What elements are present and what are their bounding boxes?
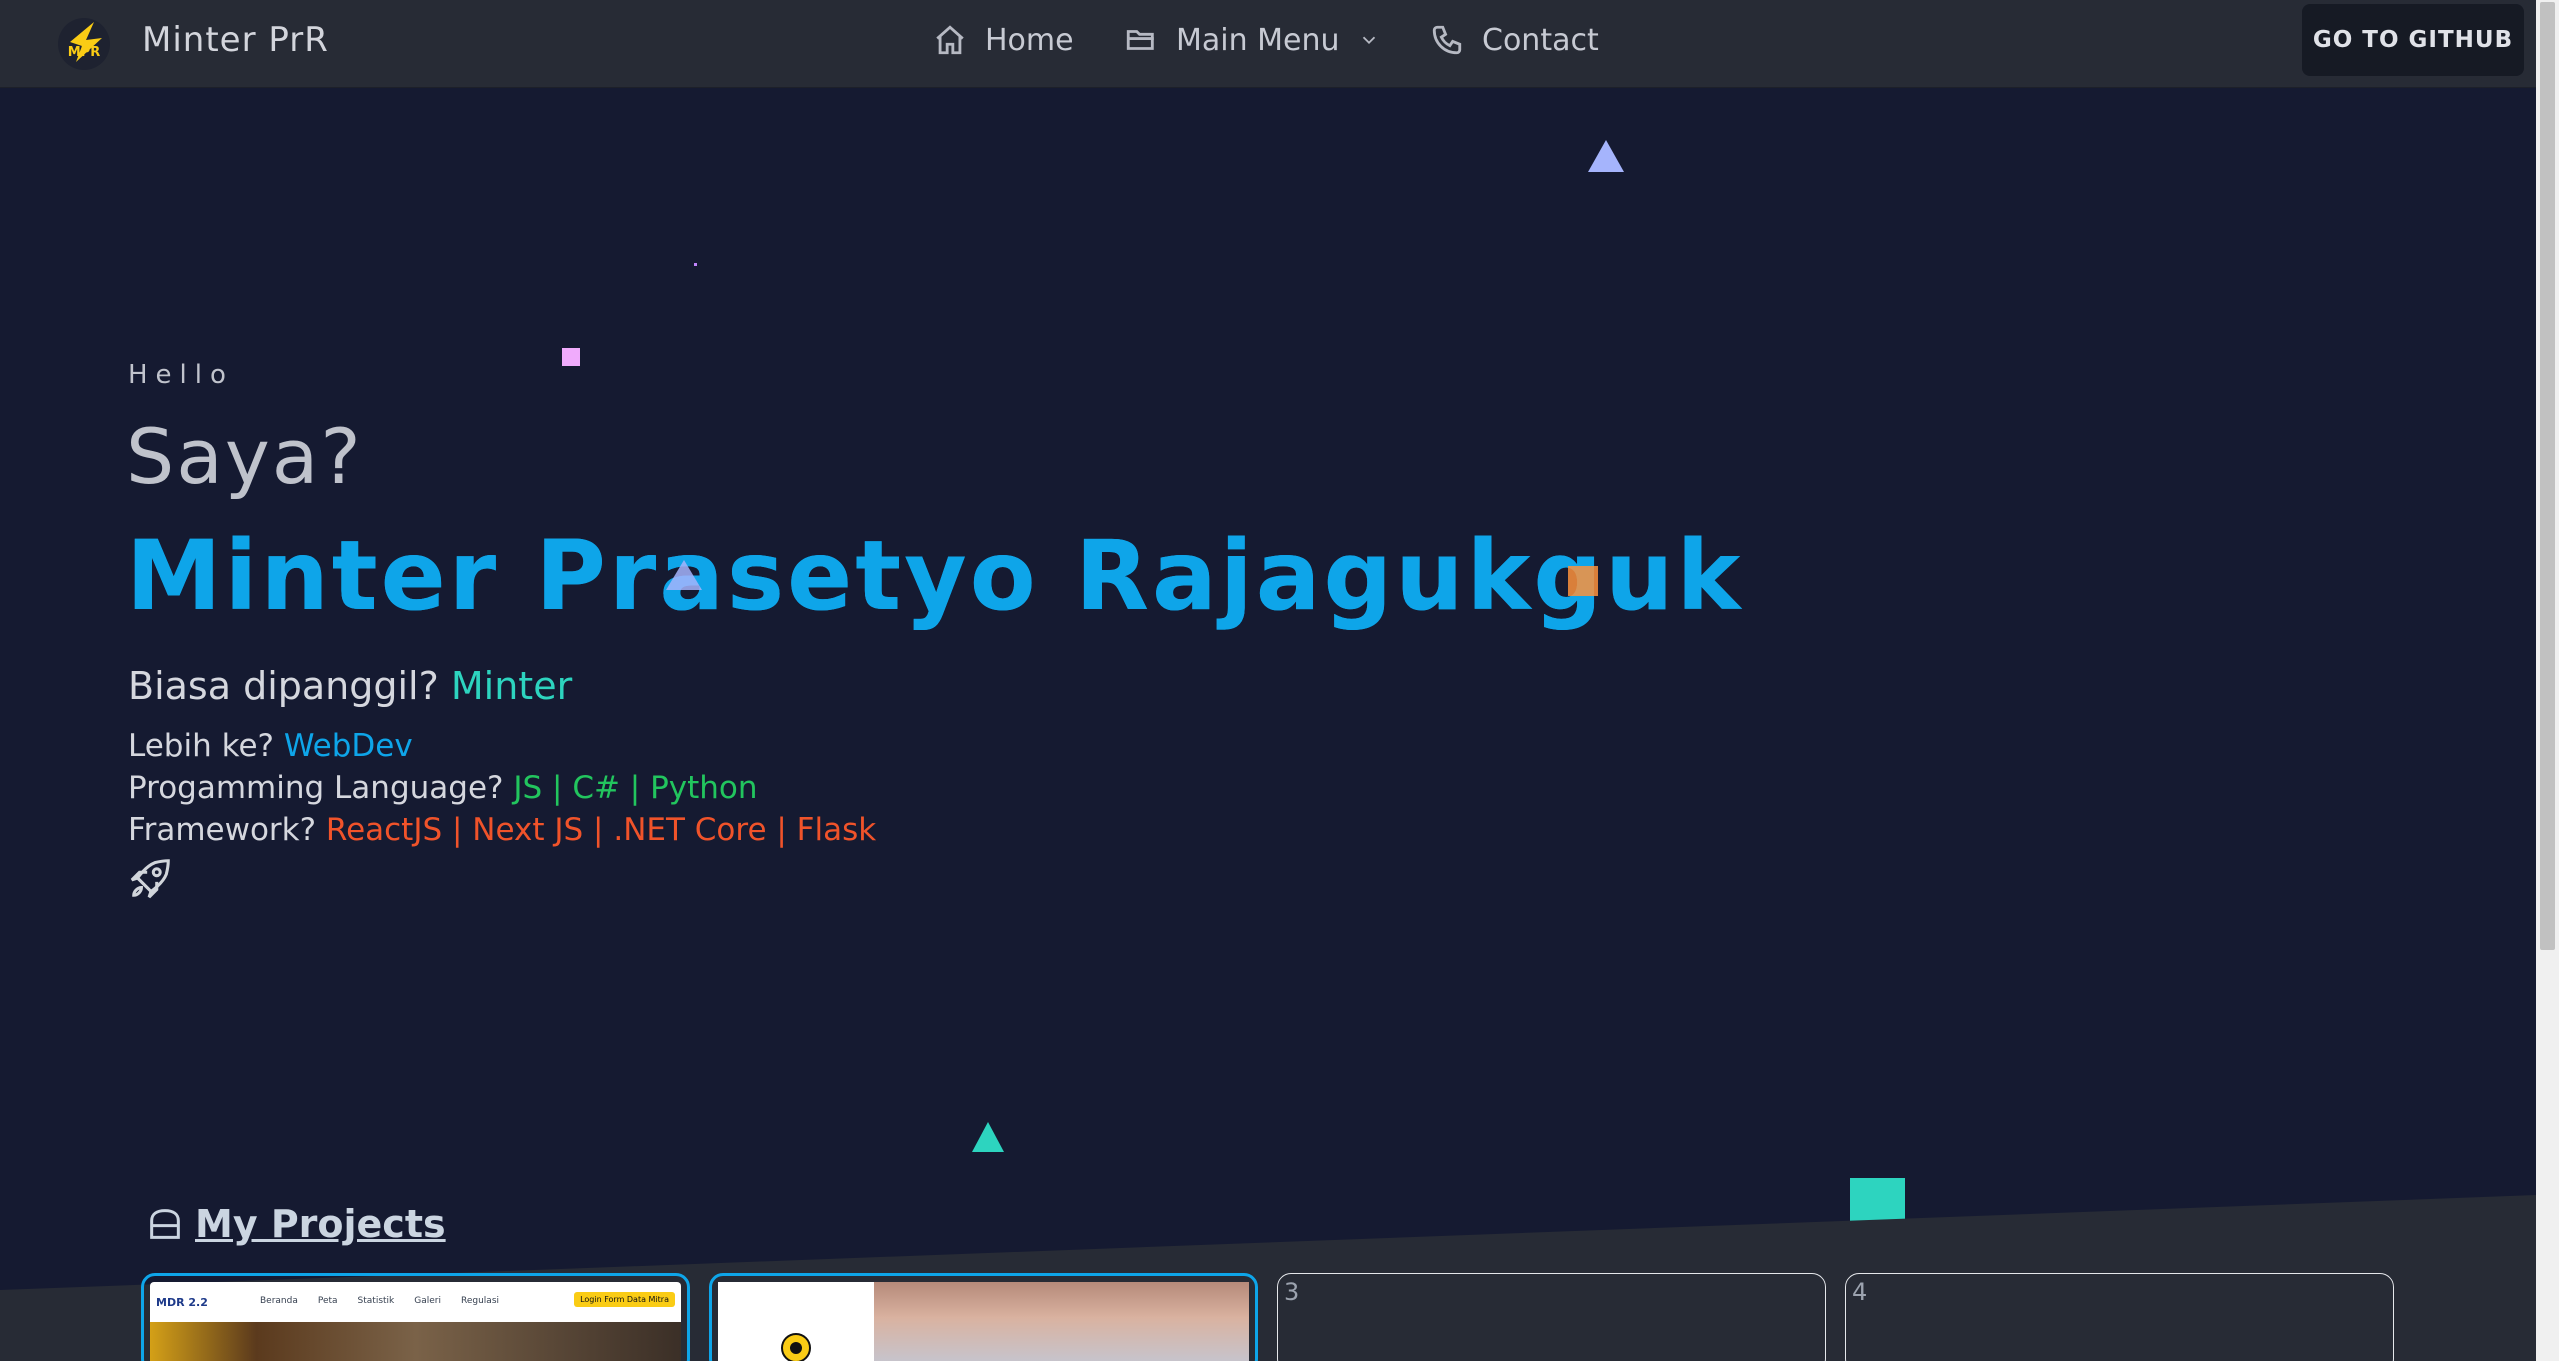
projects-heading[interactable]: My Projects xyxy=(145,1202,446,1246)
square-shape xyxy=(1850,1178,1905,1225)
thumb-nav: Beranda Peta Statistik Galeri Regulasi xyxy=(260,1296,500,1306)
framework-line: Framework? ReactJS | Next JS | .NET Core… xyxy=(128,812,876,848)
scrollbar-thumb[interactable] xyxy=(2540,2,2555,950)
project-thumbnail-logo xyxy=(718,1282,874,1361)
dot-shape xyxy=(694,263,697,266)
phone-icon xyxy=(1432,25,1462,55)
hello-text: Hello xyxy=(128,360,234,390)
rocket-icon xyxy=(130,859,170,899)
project-thumbnail-photo xyxy=(874,1282,1249,1361)
nav-main-menu-label: Main Menu xyxy=(1176,22,1340,58)
thumb-hero-image xyxy=(150,1322,681,1361)
triangle-shape xyxy=(666,560,702,590)
full-name-heading: Minter Prasetyo Rajagukguk xyxy=(126,520,1744,632)
language-line: Progamming Language? JS | C# | Python xyxy=(128,770,758,806)
nav-home-label: Home xyxy=(985,22,1074,58)
go-to-github-button[interactable]: GO TO GITHUB xyxy=(2302,4,2524,76)
saya-heading: Saya? xyxy=(126,412,363,501)
framework-value: ReactJS | Next JS | .NET Core | Flask xyxy=(325,812,877,848)
language-value: JS | C# | Python xyxy=(513,770,758,806)
square-shape xyxy=(562,348,580,366)
language-label: Progamming Language? xyxy=(128,770,504,806)
nav-main-menu[interactable]: Main Menu xyxy=(1124,18,1380,62)
nav-contact[interactable]: Contact xyxy=(1430,18,1599,62)
card-number: 3 xyxy=(1284,1278,1300,1306)
folder-open-icon xyxy=(1126,30,1154,50)
focus-label: Lebih ke? xyxy=(128,728,274,764)
brand-logo[interactable]: MPR xyxy=(50,12,120,74)
brand-name[interactable]: Minter PrR xyxy=(142,20,329,60)
navbar: MPR Minter PrR Home Main Menu Contact GO… xyxy=(0,0,2536,88)
project-card[interactable]: MDR 2.2 Beranda Peta Statistik Galeri Re… xyxy=(141,1273,690,1361)
framework-label: Framework? xyxy=(128,812,317,848)
nickname-value: Minter xyxy=(450,664,573,708)
nav-home[interactable]: Home xyxy=(933,18,1074,62)
square-shape xyxy=(1568,566,1598,596)
nickname-label: Biasa dipanggil? xyxy=(128,664,439,708)
project-thumbnail: MDR 2.2 Beranda Peta Statistik Galeri Re… xyxy=(150,1282,681,1361)
emblem-icon xyxy=(781,1333,811,1361)
logo-text: MPR xyxy=(68,45,100,60)
home-icon xyxy=(936,25,964,55)
archive-icon xyxy=(150,1209,180,1239)
card-number: 4 xyxy=(1852,1278,1868,1306)
project-card[interactable] xyxy=(709,1273,1258,1361)
nickname-line: Biasa dipanggil? Minter xyxy=(128,664,572,708)
projects-title: My Projects xyxy=(195,1202,446,1246)
triangle-shape xyxy=(1588,140,1624,172)
project-card[interactable]: 3 xyxy=(1277,1273,1826,1361)
nav-contact-label: Contact xyxy=(1482,22,1599,58)
focus-line: Lebih ke? WebDev xyxy=(128,728,413,764)
chevron-down-icon xyxy=(1362,36,1375,45)
scrollbar[interactable] xyxy=(2536,0,2559,1361)
focus-value: WebDev xyxy=(283,728,413,764)
triangle-shape xyxy=(972,1122,1004,1152)
thumb-brand: MDR 2.2 xyxy=(156,1296,208,1309)
project-card[interactable]: 4 xyxy=(1845,1273,2394,1361)
thumb-cta: Login Form Data Mitra xyxy=(574,1292,675,1307)
